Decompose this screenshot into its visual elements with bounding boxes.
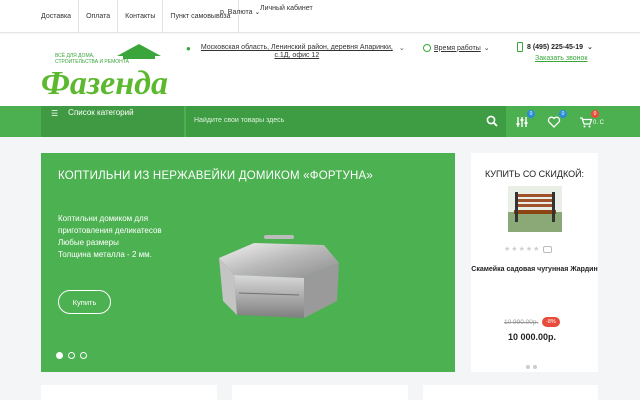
logo-wordmark: Фазенда <box>41 65 168 100</box>
product-price: 10 000.00р. <box>508 332 557 342</box>
search-icon[interactable] <box>486 115 498 127</box>
cart-total: 0. С <box>593 120 605 126</box>
discount-pagination <box>526 365 537 369</box>
slide-title: КОПТИЛЬНИ ИЗ НЕРЖАВЕЙКИ ДОМИКОМ «ФОРТУНА… <box>58 170 373 182</box>
currency-dropdown[interactable]: р. Валюта ⌄ <box>220 8 260 17</box>
slide-desc-line: Коптильни домиком для приготовления дели… <box>58 214 162 235</box>
old-price: 10 990.00р. <box>504 319 539 326</box>
cart-button[interactable]: 0 <box>579 110 599 129</box>
logo-roof-icon <box>117 44 161 56</box>
feature-card <box>423 385 598 400</box>
top-nav-pickup[interactable]: Пункт самовывоза <box>163 0 239 33</box>
pagination-dot[interactable] <box>526 365 530 369</box>
address-text: Московская область, Ленинский район, дер… <box>200 44 393 59</box>
clock-icon <box>423 44 431 52</box>
search-input[interactable] <box>194 117 464 124</box>
slide-desc-line: Любые размеры <box>58 238 119 247</box>
hero-slider: КОПТИЛЬНИ ИЗ НЕРЖАВЕЙКИ ДОМИКОМ «ФОРТУНА… <box>41 153 455 372</box>
discount-badge: -8% <box>542 317 560 327</box>
feature-card <box>41 385 217 400</box>
discount-widget: КУПИТЬ СО СКИДКОЙ: ★ ★ ★ ★ ★ Скамейка са… <box>471 153 598 372</box>
phone-number: 8 (495) 225-45-19 <box>527 43 584 51</box>
hours-dropdown[interactable]: Время работы ⌄ <box>423 44 490 52</box>
top-nav-payment[interactable]: Оплата <box>79 0 119 33</box>
slider-dot[interactable] <box>80 352 87 359</box>
callback-link[interactable]: Заказать звонок <box>535 55 593 62</box>
header: ВСЁ ДЛЯ ДОМА, СТРОИТЕЛЬСТВА И РЕМОНТА Фа… <box>0 34 640 106</box>
wishlist-button[interactable]: 0 <box>547 110 567 129</box>
bench-image[interactable] <box>508 186 562 232</box>
top-nav-contacts[interactable]: Контакты <box>118 0 164 33</box>
star-icon: ★ <box>533 246 540 253</box>
cart-icon <box>580 117 593 128</box>
categories-button[interactable]: ☰ Список категорий <box>41 106 184 137</box>
chevron-down-icon: ⌄ <box>398 45 405 52</box>
star-icon: ★ <box>504 246 511 253</box>
logo-tagline-1: ВСЁ ДЛЯ ДОМА, <box>55 52 94 59</box>
pagination-dot[interactable] <box>533 365 537 369</box>
compare-count-badge: 0 <box>527 110 535 118</box>
currency-label: р. Валюта <box>220 8 253 16</box>
star-icon: ★ <box>511 246 518 253</box>
search-bar <box>186 106 506 137</box>
smokehouse-image <box>219 235 339 318</box>
slide-desc-line: Толщина металла - 2 мм. <box>58 250 152 259</box>
star-icon: ★ <box>518 246 525 253</box>
site-logo[interactable]: ВСЁ ДЛЯ ДОМА, СТРОИТЕЛЬСТВА И РЕМОНТА Фа… <box>41 42 171 100</box>
star-icon: ★ <box>525 246 533 253</box>
categories-label: Список категорий <box>68 108 134 117</box>
top-nav: Доставка Оплата Контакты Пункт самовывоз… <box>41 0 239 33</box>
rating-stars: ★ ★ ★ ★ ★ <box>504 245 553 253</box>
chevron-down-icon: ⌄ <box>483 45 490 52</box>
phone-icon <box>517 42 523 52</box>
phone-block: 8 (495) 225-45-19 ⌄ Заказать звонок <box>517 42 593 62</box>
menu-icon: ☰ <box>51 109 59 118</box>
cart-count-badge: 0 <box>591 110 599 118</box>
main-navbar: ☰ Список категорий 0 0 <box>0 106 640 137</box>
phone-row[interactable]: 8 (495) 225-45-19 ⌄ <box>517 42 593 52</box>
header-actions: 0 0 0 <box>515 110 599 129</box>
slide-buy-button[interactable]: Купить <box>58 290 111 314</box>
address-block[interactable]: ● Московская область, Ленинский район, д… <box>186 44 405 60</box>
compare-button[interactable]: 0 <box>515 110 535 129</box>
wishlist-count-badge: 0 <box>559 110 567 118</box>
hours-label: Время работы <box>434 44 481 52</box>
slider-pagination <box>56 352 87 359</box>
discount-title: КУПИТЬ СО СКИДКОЙ: <box>484 169 585 179</box>
slide-description: Коптильни домиком для приготовления дели… <box>58 213 198 261</box>
map-pin-icon: ● <box>186 44 191 53</box>
heart-icon <box>547 116 561 128</box>
slider-dot[interactable] <box>56 352 63 359</box>
top-nav-delivery[interactable]: Доставка <box>41 0 80 33</box>
chevron-down-icon: ⌄ <box>587 44 593 51</box>
account-link[interactable]: Личный кабинет <box>260 5 313 12</box>
product-name[interactable]: Скамейка садовая чугунная Жардин <box>471 265 598 275</box>
top-bar: Доставка Оплата Контакты Пункт самовывоз… <box>0 0 640 33</box>
comment-icon[interactable] <box>543 245 553 253</box>
compare-icon <box>516 117 528 127</box>
slider-dot[interactable] <box>68 352 75 359</box>
feature-card <box>232 385 408 400</box>
